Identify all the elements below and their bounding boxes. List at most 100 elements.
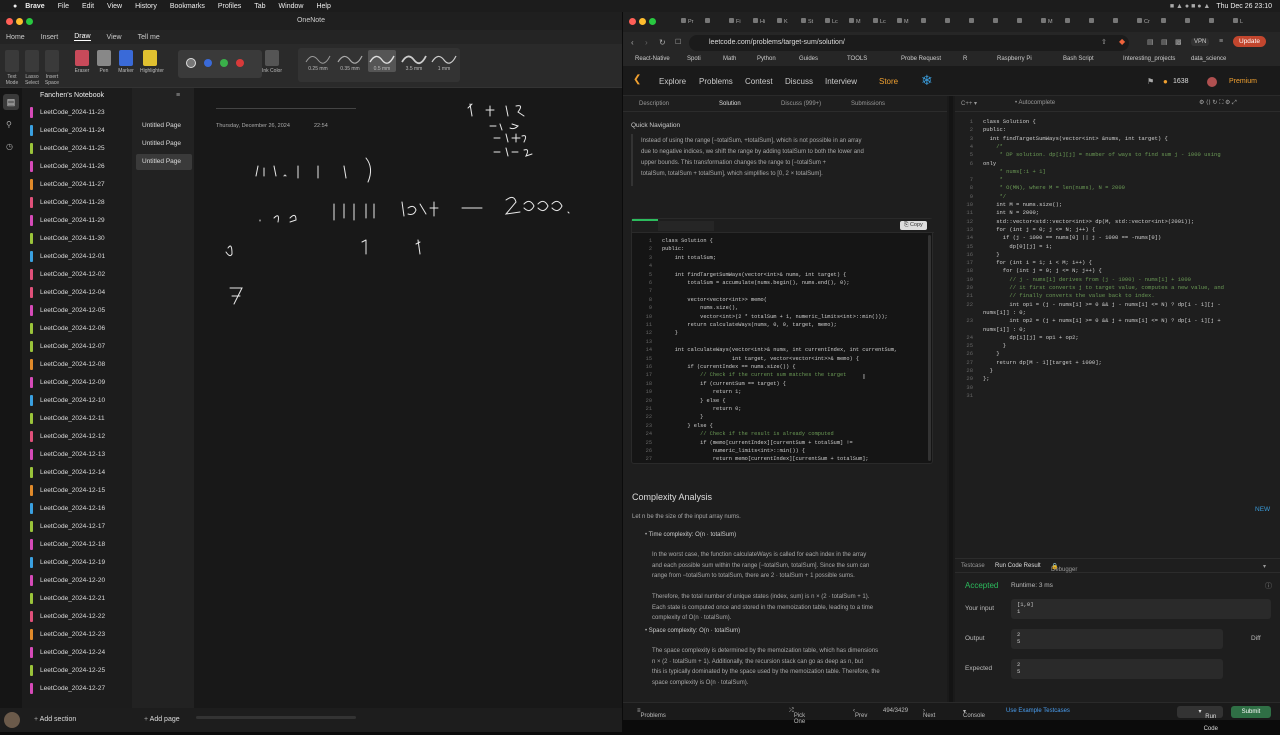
section-item[interactable]: LeetCode_2024-12-25: [26, 662, 128, 679]
tab-run-code-result[interactable]: Run Code Result: [995, 563, 1041, 569]
prev-button[interactable]: ‹ Prev: [853, 708, 867, 719]
menubar-datetime[interactable]: Thu Dec 26 23:10: [1216, 3, 1272, 10]
section-item[interactable]: LeetCode_2024-12-10: [26, 392, 128, 409]
browser-tab[interactable]: [1017, 16, 1037, 28]
menu-profiles[interactable]: Profiles: [218, 3, 241, 10]
reload-icon[interactable]: ↻: [659, 38, 666, 47]
vpn-button[interactable]: VPN: [1191, 38, 1210, 46]
color-red-swatch[interactable]: [236, 59, 244, 67]
autocomplete-toggle[interactable]: • Autocomplete: [1015, 100, 1055, 106]
expected-box[interactable]: 25: [1011, 659, 1223, 679]
menu-window[interactable]: Window: [279, 3, 304, 10]
leetcode-logo-icon[interactable]: ❮: [633, 74, 641, 85]
browser-tab[interactable]: [969, 16, 989, 28]
browser-tab[interactable]: M: [849, 16, 869, 28]
bookmark-item[interactable]: Math: [723, 56, 736, 62]
tab-draw[interactable]: Draw: [74, 33, 91, 41]
browser-tab[interactable]: [921, 16, 941, 28]
section-item[interactable]: LeetCode_2024-12-12: [26, 428, 128, 445]
quick-navigation-link[interactable]: Quick Navigation: [631, 122, 680, 129]
lasso-select-tool[interactable]: Lasso Select: [22, 50, 42, 86]
nav-store[interactable]: Store: [879, 77, 898, 86]
collapse-icon[interactable]: ▾: [1263, 563, 1266, 570]
section-item[interactable]: LeetCode_2024-12-27: [26, 680, 128, 697]
notification-icon[interactable]: ⚑: [1147, 77, 1154, 86]
solution-code-block[interactable]: ⎘ Copy 1 class Solution {2 public: 3 int to…: [631, 218, 934, 464]
marker-tool[interactable]: Marker: [116, 50, 136, 74]
output-box[interactable]: 25: [1011, 629, 1223, 649]
browser-tab[interactable]: Pr: [681, 16, 701, 28]
menu-tab[interactable]: Tab: [254, 3, 265, 10]
notebook-name[interactable]: Fanchen's Notebook: [22, 88, 132, 104]
tab-submissions[interactable]: Submissions: [851, 101, 885, 107]
sort-icon[interactable]: ≡: [176, 92, 180, 99]
section-item[interactable]: LeetCode_2024-12-24: [26, 644, 128, 661]
menu-help[interactable]: Help: [316, 3, 330, 10]
browser-tab[interactable]: M: [897, 16, 917, 28]
bookmark-icon[interactable]: ☐: [675, 38, 681, 46]
section-item[interactable]: LeetCode_2024-11-29: [26, 212, 128, 229]
section-item[interactable]: LeetCode_2024-12-09: [26, 374, 128, 391]
pen-preset-4[interactable]: 3.5 mm: [400, 50, 428, 72]
copy-button[interactable]: ⎘ Copy: [900, 221, 927, 230]
section-item[interactable]: LeetCode_2024-12-01: [26, 248, 128, 265]
tab-view[interactable]: View: [107, 34, 122, 41]
pen-preset-5[interactable]: 1 mm: [430, 50, 458, 72]
bookmark-item[interactable]: Probe Request: [901, 56, 941, 62]
menu-edit[interactable]: Edit: [82, 3, 94, 10]
tab-insert[interactable]: Insert: [41, 34, 59, 41]
browser-tab[interactable]: [705, 16, 725, 28]
search-icon[interactable]: ⚲: [6, 120, 12, 129]
section-item[interactable]: LeetCode_2024-12-02: [26, 266, 128, 283]
status-icons[interactable]: ■ ▲ ● ■ ● ▲: [1170, 3, 1211, 10]
pane-splitter[interactable]: [949, 96, 953, 702]
apple-icon[interactable]: ●: [13, 3, 17, 10]
color-blue-swatch[interactable]: [204, 59, 212, 67]
menu-history[interactable]: History: [135, 3, 157, 10]
minimize-window-icon[interactable]: [16, 18, 23, 25]
section-item[interactable]: LeetCode_2024-12-06: [26, 320, 128, 337]
browser-tab[interactable]: M: [1041, 16, 1061, 28]
problem-counter[interactable]: 494/3429: [883, 708, 908, 714]
nav-explore[interactable]: Explore: [659, 77, 686, 86]
new-badge[interactable]: NEW: [1255, 506, 1270, 513]
nav-problems[interactable]: Problems: [699, 77, 733, 86]
minimize-window-icon[interactable]: [639, 18, 646, 25]
browser-tab[interactable]: [1065, 16, 1085, 28]
bookmark-item[interactable]: R: [963, 56, 967, 62]
bookmark-item[interactable]: Spoti: [687, 56, 701, 62]
language-select[interactable]: C++ ▾: [961, 100, 977, 107]
tab-solution[interactable]: Solution: [719, 101, 741, 107]
console-button[interactable]: Console ▾: [963, 708, 985, 719]
browser-tab[interactable]: St: [801, 16, 821, 28]
nav-discuss[interactable]: Discuss: [785, 77, 813, 86]
coin-count[interactable]: 1638: [1173, 78, 1189, 85]
section-item[interactable]: LeetCode_2024-12-22: [26, 608, 128, 625]
tab-discuss[interactable]: Discuss (999+): [781, 101, 821, 107]
section-item[interactable]: LeetCode_2024-12-05: [26, 302, 128, 319]
notebooks-icon[interactable]: ▤: [3, 94, 19, 110]
highlighter-tool[interactable]: Highlighter: [140, 50, 164, 74]
tab-description[interactable]: Description: [639, 101, 669, 107]
bookmark-item[interactable]: data_science: [1191, 56, 1226, 62]
recent-icon[interactable]: ◷: [6, 142, 13, 151]
sidebar-icon[interactable]: ▤: [1147, 38, 1154, 46]
browser-tab[interactable]: L: [1233, 16, 1253, 28]
tab-home[interactable]: Home: [6, 34, 25, 41]
use-example-testcases-link[interactable]: Use Example Testcases: [1006, 708, 1070, 714]
menu-file[interactable]: File: [58, 3, 69, 10]
close-window-icon[interactable]: [629, 18, 636, 25]
next-button[interactable]: Next ›: [923, 708, 935, 719]
section-item[interactable]: LeetCode_2024-12-20: [26, 572, 128, 589]
section-item[interactable]: LeetCode_2024-12-17: [26, 518, 128, 535]
browser-tab[interactable]: [993, 16, 1013, 28]
menu-view[interactable]: View: [107, 3, 122, 10]
browser-tab[interactable]: Lc: [825, 16, 845, 28]
premium-link[interactable]: Premium: [1229, 78, 1257, 85]
section-item[interactable]: LeetCode_2024-12-15: [26, 482, 128, 499]
color-green-swatch[interactable]: [220, 59, 228, 67]
section-item[interactable]: LeetCode_2024-12-13: [26, 446, 128, 463]
color-gray-swatch[interactable]: [186, 58, 196, 68]
section-item[interactable]: LeetCode_2024-12-23: [26, 626, 128, 643]
browser-tab[interactable]: [1113, 16, 1133, 28]
